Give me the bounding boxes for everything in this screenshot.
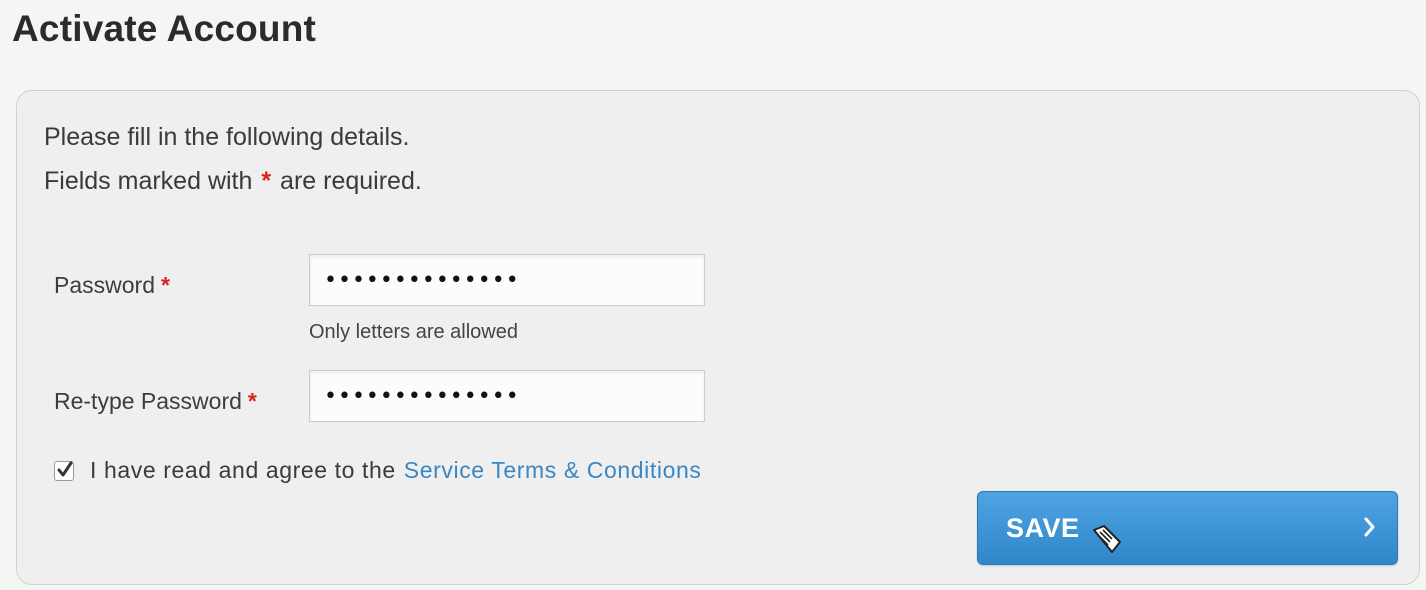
checkmark-icon xyxy=(57,461,73,476)
retype-password-label: Re-type Password * xyxy=(54,388,259,415)
required-note-prefix: Fields marked with xyxy=(44,167,253,195)
form-panel: Please fill in the following details. Fi… xyxy=(16,90,1420,585)
save-button-label: SAVE xyxy=(1006,513,1080,543)
activate-account-page: Activate Account Please fill in the foll… xyxy=(0,0,1426,590)
pointer-cursor-icon xyxy=(1093,525,1121,553)
retype-password-required-marker: * xyxy=(247,388,257,414)
password-hint: Only letters are allowed xyxy=(309,321,518,343)
password-label-text: Password xyxy=(54,272,155,298)
terms-text: I have read and agree to the xyxy=(90,457,396,483)
intro-text: Please fill in the following details. xyxy=(44,123,410,151)
required-note-suffix: are required. xyxy=(280,167,422,195)
required-marker: * xyxy=(261,167,272,195)
password-required-marker: * xyxy=(160,272,170,298)
terms-link[interactable]: Service Terms & Conditions xyxy=(404,457,702,484)
retype-password-label-text: Re-type Password xyxy=(54,388,242,414)
retype-password-input[interactable] xyxy=(309,370,705,422)
page-title: Activate Account xyxy=(12,8,317,49)
password-label: Password * xyxy=(54,272,172,299)
terms-row: I have read and agree to the Service Ter… xyxy=(54,457,701,484)
save-button[interactable]: SAVE xyxy=(977,491,1398,565)
required-note: Fields marked with * are required. xyxy=(44,167,422,196)
password-input[interactable] xyxy=(309,254,705,306)
terms-checkbox[interactable] xyxy=(54,460,74,481)
chevron-right-icon xyxy=(1364,517,1375,537)
